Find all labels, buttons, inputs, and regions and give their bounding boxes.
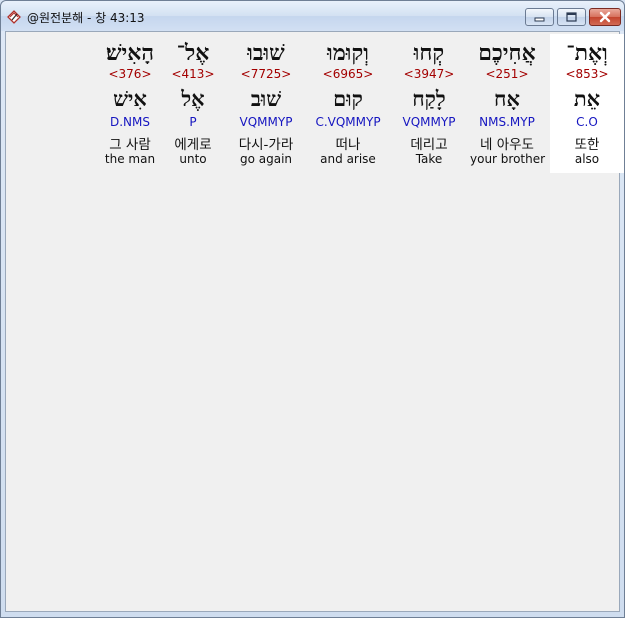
korean-gloss: 그 사람 xyxy=(109,137,151,153)
close-icon xyxy=(599,11,611,23)
english-gloss: Take xyxy=(415,152,443,166)
hebrew-surface-word: קְחוּ xyxy=(413,40,445,66)
korean-gloss: 에게로 xyxy=(174,137,212,153)
window-title: @원전분해 - 창 43:13 xyxy=(27,11,145,25)
hebrew-lemma: לָקַח xyxy=(412,86,446,111)
parse-code: NMS.MYP xyxy=(479,115,535,129)
parse-code: C.O xyxy=(576,115,598,129)
word-column-3[interactable]: קְחוּ <3947> לָקַח VQMMYP 데리고 Take xyxy=(392,34,466,173)
hebrew-lemma: אִישׁ xyxy=(113,86,147,111)
minimize-icon xyxy=(534,17,545,22)
app-book-icon xyxy=(7,10,21,24)
english-gloss: and arise xyxy=(320,152,376,166)
korean-gloss: 다시-가라 xyxy=(238,137,294,153)
hebrew-surface-word: וְאֶת־ xyxy=(566,40,608,66)
word-column-1[interactable]: וְאֶת־ <853> אֵת C.O 또한 also xyxy=(550,34,624,173)
title-bar[interactable]: @원전분해 - 창 43:13 xyxy=(1,1,624,31)
close-button[interactable] xyxy=(589,8,621,26)
parse-code: VQMMYP xyxy=(239,115,293,129)
strong-number[interactable]: <6965> xyxy=(307,67,389,81)
korean-gloss: 또한 xyxy=(574,137,600,153)
word-column-7[interactable]: הָאִישׁ׃ <376> אִישׁ D.NMS 그 사람 the man xyxy=(95,34,165,173)
parse-code: VQMMYP xyxy=(402,115,456,129)
parse-code: P xyxy=(189,115,197,129)
hebrew-surface-word: אֶל־ xyxy=(176,40,210,66)
minimize-button[interactable] xyxy=(525,8,554,26)
english-gloss: the man xyxy=(104,152,156,166)
strong-number[interactable]: <413> xyxy=(162,67,224,81)
analysis-pane: וְאֶת־ <853> אֵת C.O 또한 also אֲחִיכֶם <2… xyxy=(5,31,624,612)
strong-number[interactable]: <376> xyxy=(95,67,165,81)
hebrew-surface-word: וְקוּמוּ xyxy=(327,40,369,66)
hebrew-surface-word: אֲחִיכֶם xyxy=(478,40,536,66)
english-gloss: also xyxy=(574,152,600,166)
strong-number[interactable]: <251> xyxy=(470,67,544,81)
strong-number[interactable]: <853> xyxy=(550,67,624,81)
english-gloss: go again xyxy=(239,152,293,166)
word-column-6[interactable]: אֶל־ <413> אֶל P 에게로 unto xyxy=(162,34,224,173)
parse-code: D.NMS xyxy=(109,115,150,129)
english-gloss: your brother xyxy=(470,152,546,166)
hebrew-lemma: קוּם xyxy=(333,86,363,111)
korean-gloss: 떠나 xyxy=(335,137,361,153)
korean-gloss: 데리고 xyxy=(410,137,448,153)
word-column-5[interactable]: שׁוּבוּ <7725> שׁוּב VQMMYP 다시-가라 go aga… xyxy=(229,34,303,173)
hebrew-lemma: אֵת xyxy=(573,86,601,111)
korean-gloss: 네 아우도 xyxy=(480,137,534,153)
strong-number[interactable]: <3947> xyxy=(392,67,466,81)
hebrew-lemma: שׁוּב xyxy=(250,86,282,111)
word-column-4[interactable]: וְקוּמוּ <6965> קוּם C.VQMMYP 떠나 and ari… xyxy=(307,34,389,173)
app-window: @원전분해 - 창 43:13 וְאֶת־ <853> אֵת C.O 또한 … xyxy=(0,0,625,618)
hebrew-lemma: אָח xyxy=(494,86,520,111)
parse-code: C.VQMMYP xyxy=(315,115,381,129)
hebrew-lemma: אֶל xyxy=(181,86,205,111)
strong-number[interactable]: <7725> xyxy=(229,67,303,81)
hebrew-surface-word: שׁוּבוּ xyxy=(247,40,285,66)
hebrew-surface-word: הָאִישׁ׃ xyxy=(105,40,155,66)
maximize-button[interactable] xyxy=(557,8,586,26)
word-column-2[interactable]: אֲחִיכֶם <251> אָח NMS.MYP 네 아우도 your br… xyxy=(470,34,546,173)
english-gloss: unto xyxy=(179,152,207,166)
maximize-icon xyxy=(566,12,577,22)
